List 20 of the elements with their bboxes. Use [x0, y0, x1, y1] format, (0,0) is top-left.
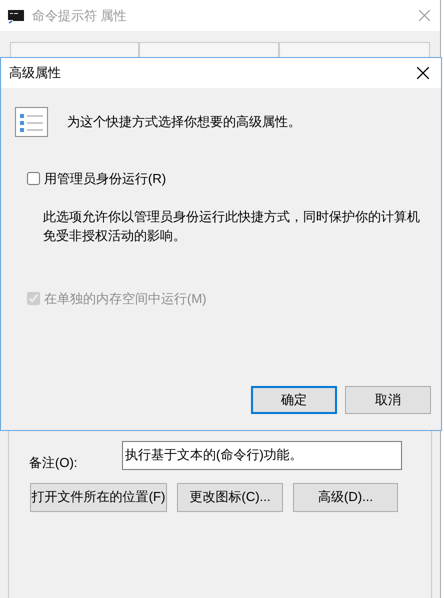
dialog-title: 高级属性 [9, 64, 61, 82]
checkbox-label: 在单独的内存空间中运行(M) [44, 290, 206, 308]
intro-text: 为这个快捷方式选择你想要的高级属性。 [67, 113, 301, 132]
checkbox[interactable] [27, 172, 40, 186]
button[interactable]: 高级(D)... [293, 482, 398, 512]
tab[interactable] [10, 42, 139, 57]
console-icon [8, 8, 24, 24]
input-field[interactable]: 执行基于文本的(命令行)功能。 [122, 441, 402, 470]
button[interactable]: 取消 [345, 386, 431, 414]
button[interactable]: 打开文件所在的位置(F) [30, 482, 167, 512]
checkbox-label: 用管理员身份运行(R) [44, 170, 166, 188]
close-icon[interactable] [417, 67, 429, 79]
description-text: 此选项允许你以管理员身份运行此快捷方式，同时保护你的计算机免受非授权活动的影响。 [43, 208, 421, 244]
checklist-icon [15, 107, 49, 137]
tab[interactable] [138, 42, 280, 57]
window-title: 命令提示符 属性 [32, 6, 127, 25]
button[interactable]: 更改图标(C)... [177, 482, 283, 512]
field-label: 备注(O): [29, 454, 78, 472]
button[interactable]: 确定 [251, 386, 337, 414]
tab[interactable] [279, 42, 430, 57]
